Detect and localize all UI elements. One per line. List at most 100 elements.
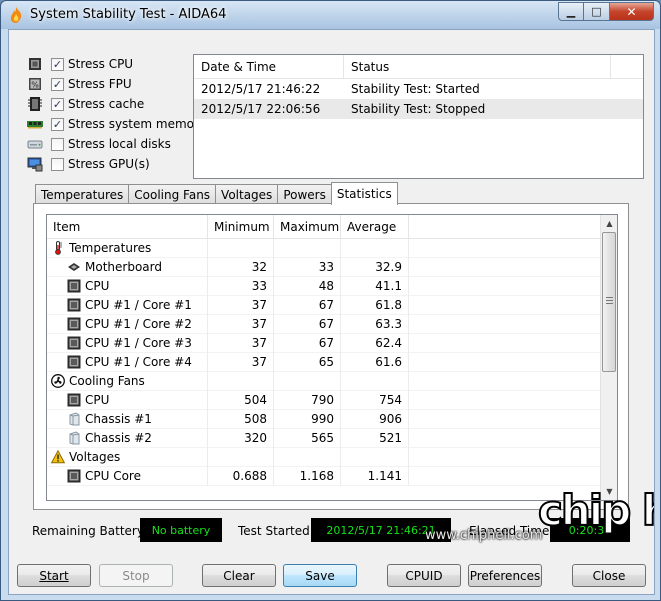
close-button-label: Close xyxy=(592,568,626,583)
clear-button-label: Clear xyxy=(223,568,255,583)
statistics-average-cell xyxy=(341,371,409,391)
statistics-row[interactable]: CPU Core 0.688 1.168 1.141 xyxy=(47,466,617,486)
scroll-down-arrow-icon[interactable]: ▼ xyxy=(601,483,617,500)
column-item[interactable]: Item xyxy=(47,215,208,239)
statistics-average-cell: 63.3 xyxy=(341,314,409,334)
close-button[interactable]: Close xyxy=(572,564,646,587)
close-window-button[interactable]: ✕ xyxy=(610,2,654,21)
start-button[interactable]: Start xyxy=(17,564,91,587)
chip-icon xyxy=(67,279,81,293)
statistics-minimum-cell: 37 xyxy=(208,333,274,353)
tab-voltages[interactable]: Voltages xyxy=(215,184,279,205)
statistics-item-cell: CPU xyxy=(47,276,208,296)
preferences-button[interactable]: Preferences xyxy=(468,564,542,587)
statistics-row[interactable]: Motherboard 32 33 32.9 xyxy=(47,257,617,277)
maximize-button[interactable]: □ xyxy=(584,2,610,21)
statistics-minimum-cell: 320 xyxy=(208,428,274,448)
statistics-item-cell: CPU #1 / Core #1 xyxy=(47,295,208,315)
log-row[interactable]: 2012/5/17 21:46:22 Stability Test: Start… xyxy=(194,79,643,99)
statistics-item-label: Chassis #2 xyxy=(85,430,152,445)
statistics-minimum-cell: 33 xyxy=(208,276,274,296)
chip-icon xyxy=(67,317,81,331)
statistics-maximum-cell xyxy=(274,447,341,467)
statistics-average-cell: 754 xyxy=(341,390,409,410)
statistics-item-cell: Cooling Fans xyxy=(47,371,208,391)
scroll-thumb[interactable] xyxy=(602,232,616,372)
stress-disks-checkbox[interactable] xyxy=(51,137,64,151)
statistics-table[interactable]: Item Minimum Maximum Average Temperature… xyxy=(46,214,618,501)
chip-icon xyxy=(67,336,81,350)
statistics-row[interactable]: Chassis #1 508 990 906 xyxy=(47,409,617,429)
cpu-icon xyxy=(29,58,41,70)
statistics-item-label: CPU #1 / Core #4 xyxy=(85,354,192,369)
statistics-group-row[interactable]: Voltages xyxy=(47,447,617,467)
svg-text:%: % xyxy=(31,81,39,90)
tab-statistics[interactable]: Statistics xyxy=(330,182,398,205)
minimize-button[interactable]: ▁ xyxy=(558,2,584,21)
maximize-icon: □ xyxy=(591,5,602,18)
stress-option-fpu[interactable]: % ✓ Stress FPU xyxy=(27,74,206,94)
motherboard-icon xyxy=(67,260,81,274)
stress-option-gpu[interactable]: Stress GPU(s) xyxy=(27,154,206,174)
check-icon: ✓ xyxy=(52,97,63,111)
log-header: Date & Time Status xyxy=(194,55,643,79)
log-column-status[interactable]: Status xyxy=(344,55,611,78)
log-status: Stability Test: Stopped xyxy=(351,102,486,116)
save-button-label: Save xyxy=(305,568,335,583)
stress-option-memory[interactable]: ✓ Stress system memory xyxy=(27,114,206,134)
stress-gpu-label: Stress GPU(s) xyxy=(68,157,150,171)
statistics-row[interactable]: CPU 33 48 41.1 xyxy=(47,276,617,296)
statistics-group-row[interactable]: Temperatures xyxy=(47,238,617,258)
statistics-minimum-cell: 0.688 xyxy=(208,466,274,486)
event-log-list[interactable]: Date & Time Status 2012/5/17 21:46:22 St… xyxy=(193,54,644,179)
chassis-icon xyxy=(67,411,81,426)
log-datetime: 2012/5/17 21:46:22 xyxy=(201,82,321,96)
stress-option-disks[interactable]: Stress local disks xyxy=(27,134,206,154)
statistics-row[interactable]: CPU #1 / Core #1 37 67 61.8 xyxy=(47,295,617,315)
log-column-datetime[interactable]: Date & Time xyxy=(194,55,344,78)
tab-temperatures[interactable]: Temperatures xyxy=(35,184,130,205)
save-button[interactable]: Save xyxy=(283,564,357,587)
statistics-row[interactable]: CPU #1 / Core #4 37 65 61.6 xyxy=(47,352,617,372)
statistics-maximum-cell: 67 xyxy=(274,333,341,353)
stress-option-cpu[interactable]: ✓ Stress CPU xyxy=(27,54,206,74)
cache-icon xyxy=(28,97,42,111)
statistics-maximum-cell: 990 xyxy=(274,409,341,429)
column-average[interactable]: Average xyxy=(341,215,409,239)
column-maximum[interactable]: Maximum xyxy=(274,215,341,239)
aida64-window: System Stability Test - AIDA64 ▁ □ ✕ ✓ S… xyxy=(0,0,661,601)
aida64-flame-icon xyxy=(10,7,22,23)
tab-cooling-fans[interactable]: Cooling Fans xyxy=(128,184,217,205)
chip-icon xyxy=(67,469,81,483)
statistics-row[interactable]: CPU #1 / Core #3 37 67 62.4 xyxy=(47,333,617,353)
statistics-row[interactable]: CPU #1 / Core #2 37 67 63.3 xyxy=(47,314,617,334)
title-bar[interactable]: System Stability Test - AIDA64 ▁ □ ✕ xyxy=(1,1,660,29)
statistics-scrollbar[interactable]: ▲ ▼ xyxy=(600,215,617,500)
log-status: Stability Test: Started xyxy=(351,82,480,96)
stress-cache-checkbox[interactable]: ✓ xyxy=(51,97,64,111)
scroll-up-arrow-icon[interactable]: ▲ xyxy=(601,215,617,232)
statistics-row[interactable]: CPU 504 790 754 xyxy=(47,390,617,410)
statistics-group-row[interactable]: Cooling Fans xyxy=(47,371,617,391)
check-icon: ✓ xyxy=(52,117,63,131)
statistics-item-label: CPU Core xyxy=(85,468,141,483)
log-row[interactable]: 2012/5/17 22:06:56 Stability Test: Stopp… xyxy=(194,99,643,119)
chip-icon xyxy=(67,298,81,312)
stress-cpu-label: Stress CPU xyxy=(68,57,134,71)
stress-cpu-checkbox[interactable]: ✓ xyxy=(51,57,64,71)
cpuid-button[interactable]: CPUID xyxy=(387,564,461,587)
statistics-average-cell: 906 xyxy=(341,409,409,429)
column-minimum[interactable]: Minimum xyxy=(208,215,274,239)
stop-button[interactable]: Stop xyxy=(99,564,173,587)
tab-powers[interactable]: Powers xyxy=(277,184,332,205)
stress-fpu-checkbox[interactable]: ✓ xyxy=(51,77,64,91)
grip-icon xyxy=(606,297,613,304)
statistics-maximum-cell: 33 xyxy=(274,257,341,277)
stress-gpu-checkbox[interactable] xyxy=(51,157,64,171)
stress-cache-label: Stress cache xyxy=(68,97,145,111)
clear-button[interactable]: Clear xyxy=(202,564,276,587)
statistics-row[interactable]: Chassis #2 320 565 521 xyxy=(47,428,617,448)
stress-memory-checkbox[interactable]: ✓ xyxy=(51,117,64,131)
statistics-item-cell: CPU #1 / Core #4 xyxy=(47,352,208,372)
stress-option-cache[interactable]: ✓ Stress cache xyxy=(27,94,206,114)
